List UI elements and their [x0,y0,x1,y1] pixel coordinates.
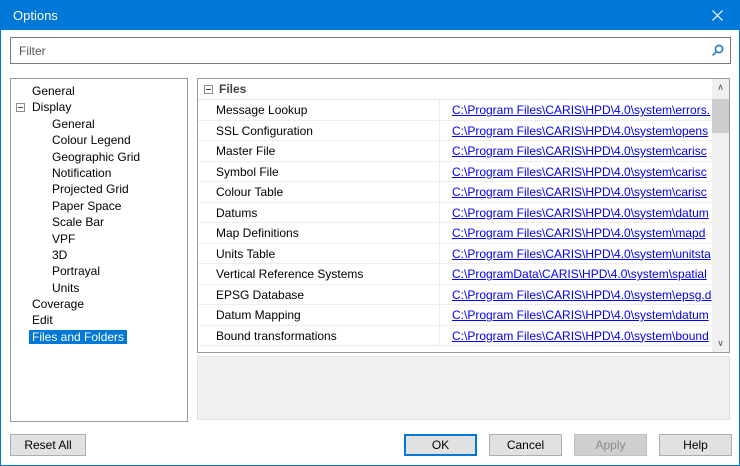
files-grid: Files Message Lookup C:\Program Files\CA… [198,79,712,352]
setting-label: Symbol File [198,162,439,182]
cancel-button[interactable]: Cancel [489,434,562,456]
setting-label: Vertical Reference Systems [198,264,439,284]
path-link[interactable]: C:\Program Files\CARIS\HPD\4.0\system\un… [452,247,711,261]
tree-item-geographic-grid[interactable]: Geographic Grid [11,149,187,165]
ok-button[interactable]: OK [404,434,477,456]
description-panel [197,356,730,420]
tree-item-3d[interactable]: 3D [11,247,187,263]
tree-item-units[interactable]: Units [11,280,187,296]
path-link[interactable]: C:\Program Files\CARIS\HPD\4.0\system\ma… [452,226,705,240]
setting-label: Datum Mapping [198,305,439,325]
table-row: EPSG Database C:\Program Files\CARIS\HPD… [198,285,712,306]
tree-item-edit[interactable]: Edit [11,312,187,328]
tree-item-paper-space[interactable]: Paper Space [11,198,187,214]
group-collapse-icon[interactable] [204,85,213,94]
setting-label: Colour Table [198,182,439,202]
tree-item-display-general[interactable]: General [11,116,187,132]
table-row: Units Table C:\Program Files\CARIS\HPD\4… [198,244,712,265]
scroll-down-icon[interactable]: ∨ [712,335,729,352]
scroll-up-icon[interactable]: ∧ [712,79,729,96]
filter-input[interactable] [11,38,704,63]
tree-item-portrayal[interactable]: Portrayal [11,263,187,279]
apply-button: Apply [574,434,647,456]
path-link[interactable]: C:\Program Files\CARIS\HPD\4.0\system\op… [452,124,708,138]
table-row: Message Lookup C:\Program Files\CARIS\HP… [198,100,712,121]
setting-label: SSL Configuration [198,121,439,141]
setting-label: Datums [198,203,439,223]
setting-label: Message Lookup [198,100,439,120]
table-row: SSL Configuration C:\Program Files\CARIS… [198,121,712,142]
files-panel: Files Message Lookup C:\Program Files\CA… [197,78,730,353]
options-dialog: Options General Display General Colour L… [0,0,740,466]
tree-item-display[interactable]: Display [11,99,187,115]
reset-all-button[interactable]: Reset All [10,434,86,456]
setting-label: EPSG Database [198,285,439,305]
scrollbar[interactable]: ∧ ∨ [712,79,729,352]
titlebar[interactable]: Options [1,1,739,30]
files-group-header[interactable]: Files [198,79,712,100]
tree-item-notification[interactable]: Notification [11,165,187,181]
tree-item-vpf[interactable]: VPF [11,231,187,247]
setting-label: Map Definitions [198,223,439,243]
path-link[interactable]: C:\Program Files\CARIS\HPD\4.0\system\er… [452,103,710,117]
setting-label: Units Table [198,244,439,264]
close-button[interactable] [695,1,739,30]
table-row: Symbol File C:\Program Files\CARIS\HPD\4… [198,162,712,183]
tree-item-general[interactable]: General [11,83,187,99]
tree-item-colour-legend[interactable]: Colour Legend [11,132,187,148]
path-link[interactable]: C:\Program Files\CARIS\HPD\4.0\system\ep… [452,288,711,302]
path-link[interactable]: C:\Program Files\CARIS\HPD\4.0\system\ca… [452,165,707,179]
table-row: Datum Mapping C:\Program Files\CARIS\HPD… [198,305,712,326]
tree-item-projected-grid[interactable]: Projected Grid [11,181,187,197]
path-link[interactable]: C:\ProgramData\CARIS\HPD\4.0\system\spat… [452,267,707,281]
settings-tree: General Display General Colour Legend Ge… [10,78,188,422]
filter-field [10,37,731,64]
tree-item-files-and-folders[interactable]: Files and Folders [11,329,187,345]
table-row: Master File C:\Program Files\CARIS\HPD\4… [198,141,712,162]
path-link[interactable]: C:\Program Files\CARIS\HPD\4.0\system\ca… [452,185,707,199]
path-link[interactable]: C:\Program Files\CARIS\HPD\4.0\system\ca… [452,144,707,158]
tree-item-scale-bar[interactable]: Scale Bar [11,214,187,230]
search-icon[interactable] [704,43,730,58]
path-link[interactable]: C:\Program Files\CARIS\HPD\4.0\system\bo… [452,329,709,343]
close-icon [712,10,723,21]
window-title: Options [1,8,58,23]
tree-collapse-icon[interactable] [16,103,25,112]
tree-item-coverage[interactable]: Coverage [11,296,187,312]
help-button[interactable]: Help [659,434,732,456]
files-group-label: Files [219,82,246,96]
table-row: Colour Table C:\Program Files\CARIS\HPD\… [198,182,712,203]
scrollbar-thumb[interactable] [712,99,729,133]
path-link[interactable]: C:\Program Files\CARIS\HPD\4.0\system\da… [452,308,709,322]
setting-label: Master File [198,141,439,161]
table-row: Vertical Reference Systems C:\ProgramDat… [198,264,712,285]
table-row: Bound transformations C:\Program Files\C… [198,326,712,347]
path-link[interactable]: C:\Program Files\CARIS\HPD\4.0\system\da… [452,206,709,220]
table-row: Map Definitions C:\Program Files\CARIS\H… [198,223,712,244]
setting-label: Bound transformations [198,326,439,346]
table-row: Datums C:\Program Files\CARIS\HPD\4.0\sy… [198,203,712,224]
